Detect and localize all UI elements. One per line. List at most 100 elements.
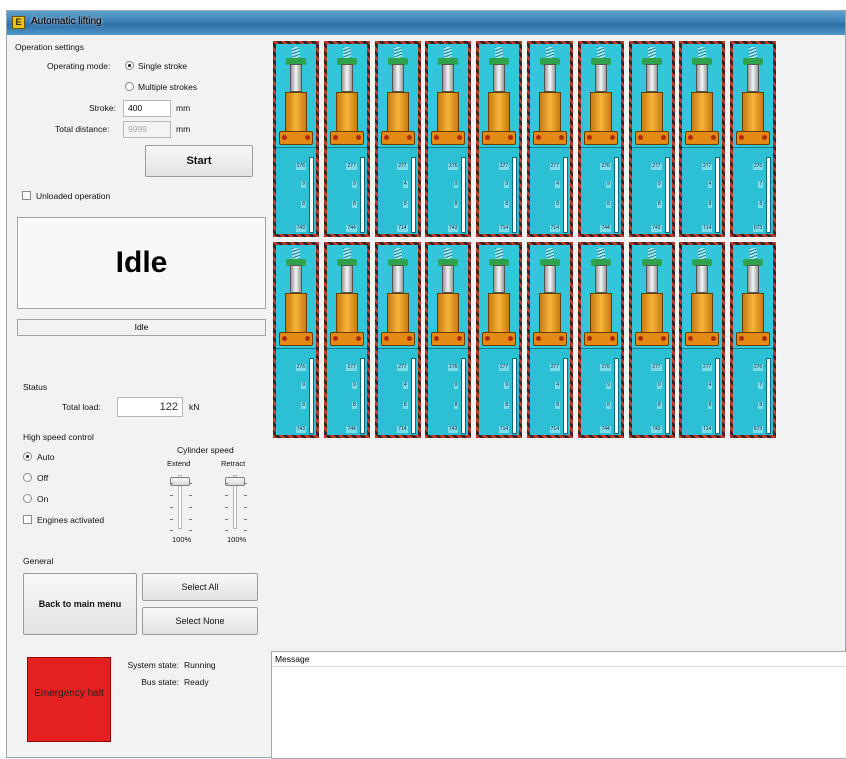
select-all-button[interactable]: Select All bbox=[142, 573, 258, 601]
cylinder-value-3: 8 bbox=[402, 402, 408, 409]
cylinder-tile[interactable]: 276 9 8 744 bbox=[577, 242, 624, 438]
cylinder-base bbox=[685, 332, 720, 346]
start-button[interactable]: Start bbox=[145, 145, 253, 177]
multiple-strokes-label: Multiple strokes bbox=[138, 82, 198, 92]
cylinder-value-3: 8 bbox=[656, 402, 662, 409]
cylinder-value-1: 277 bbox=[346, 364, 357, 371]
state-text-field: Idle bbox=[17, 319, 266, 336]
cylinder-readouts: 277 4 8 714 bbox=[530, 350, 570, 435]
retract-slider-thumb[interactable] bbox=[225, 477, 245, 486]
single-stroke-label: Single stroke bbox=[138, 61, 188, 71]
window-title: Automatic lifting bbox=[31, 16, 102, 27]
cylinder-level-bar bbox=[766, 157, 772, 233]
cylinder-graphic bbox=[733, 44, 774, 148]
cylinder-tile[interactable]: 277 4 8 714 bbox=[679, 242, 726, 438]
cylinder-graphic bbox=[377, 245, 418, 349]
engines-activated-label: Engines activated bbox=[37, 515, 105, 525]
total-load-label: Total load: bbox=[62, 402, 101, 412]
cylinder-tile[interactable]: 276 7 8 673 bbox=[730, 242, 777, 438]
cylinder-graphic bbox=[530, 44, 570, 148]
cylinder-tile[interactable]: 277 4 8 714 bbox=[527, 242, 573, 438]
high-speed-control-label: High speed control bbox=[23, 432, 94, 442]
cylinder-value-1: 276 bbox=[600, 163, 611, 170]
total-distance-input[interactable]: 9999 bbox=[123, 121, 171, 138]
multiple-strokes-radio[interactable] bbox=[125, 82, 134, 91]
cylinder-body bbox=[640, 92, 663, 132]
cylinder-value-3: 8 bbox=[758, 201, 764, 208]
cylinder-tile[interactable]: 277 9 8 714 bbox=[476, 242, 523, 438]
total-load-unit: kN bbox=[189, 402, 200, 412]
cylinder-body bbox=[285, 92, 307, 132]
cylinder-tile[interactable]: 277 9 8 743 bbox=[628, 242, 675, 438]
cylinder-rod bbox=[544, 265, 556, 293]
cylinder-value-3: 8 bbox=[352, 201, 357, 208]
cylinder-tile[interactable]: 277 9 8 744 bbox=[323, 41, 370, 237]
operation-settings-label: Operation settings bbox=[15, 42, 84, 52]
cylinder-base bbox=[482, 332, 517, 346]
cylinder-value-3: 8 bbox=[402, 201, 408, 208]
cylinder-tile[interactable]: 276 9 8 743 bbox=[273, 41, 319, 237]
cylinder-value-2: 4 bbox=[707, 181, 713, 188]
cylinder-base bbox=[533, 131, 567, 145]
unloaded-operation-checkbox[interactable] bbox=[22, 191, 31, 200]
back-to-main-menu-button[interactable]: Back to main menu bbox=[23, 573, 137, 635]
cylinder-value-4: 744 bbox=[600, 225, 611, 232]
cylinder-level-bar bbox=[461, 157, 467, 233]
engines-activated-checkbox[interactable] bbox=[23, 515, 32, 524]
cylinder-level-bar bbox=[715, 157, 721, 233]
total-distance-label: Total distance: bbox=[55, 124, 110, 134]
cylinder-tile[interactable]: 277 9 8 743 bbox=[628, 41, 675, 237]
cylinder-value-1: 277 bbox=[397, 163, 408, 170]
cylinder-value-3: 8 bbox=[707, 201, 713, 208]
cylinder-base bbox=[482, 131, 517, 145]
cylinder-tile[interactable]: 276 9 8 743 bbox=[425, 41, 472, 237]
cylinder-base bbox=[380, 332, 415, 346]
single-stroke-radio[interactable] bbox=[125, 61, 134, 70]
total-distance-unit: mm bbox=[176, 124, 191, 134]
cylinder-tile[interactable]: 276 7 8 673 bbox=[730, 41, 777, 237]
cylinder-body bbox=[539, 92, 561, 132]
cylinder-tile[interactable]: 277 4 8 714 bbox=[527, 41, 573, 237]
cylinder-value-4: 744 bbox=[346, 225, 357, 232]
cylinder-tile[interactable]: 276 9 8 744 bbox=[577, 41, 624, 237]
cylinder-rod bbox=[696, 64, 709, 92]
speed-on-radio[interactable] bbox=[23, 494, 32, 503]
cylinder-graphic bbox=[428, 245, 469, 349]
cylinder-value-3: 8 bbox=[606, 201, 611, 208]
cylinder-tile[interactable]: 277 4 8 714 bbox=[374, 41, 421, 237]
retract-label: Retract bbox=[221, 459, 246, 468]
cylinder-tile[interactable]: 277 4 8 714 bbox=[679, 41, 726, 237]
cylinder-value-2: 9 bbox=[301, 382, 306, 389]
cylinder-readouts: 277 9 8 743 bbox=[631, 149, 672, 234]
cylinder-value-3: 8 bbox=[758, 402, 764, 409]
stroke-input[interactable]: 400 bbox=[123, 100, 171, 117]
cylinder-value-4: 743 bbox=[448, 426, 459, 433]
cylinder-tile[interactable]: 277 4 8 714 bbox=[374, 242, 421, 438]
speed-off-radio[interactable] bbox=[23, 473, 32, 482]
cylinder-value-1: 276 bbox=[752, 163, 764, 170]
cylinder-tile[interactable]: 276 9 8 743 bbox=[425, 242, 472, 438]
cylinder-base bbox=[736, 332, 771, 346]
emergency-halt-button[interactable]: Emergency halt bbox=[27, 657, 111, 742]
extend-value: 100% bbox=[172, 535, 192, 544]
cylinder-base bbox=[279, 332, 313, 346]
message-list[interactable]: Message bbox=[271, 651, 846, 759]
cylinder-value-2: 9 bbox=[453, 181, 459, 188]
title-bar: E Automatic lifting bbox=[7, 11, 845, 35]
cylinder-tile[interactable]: 276 9 8 743 bbox=[273, 242, 319, 438]
cylinder-base bbox=[685, 131, 720, 145]
stroke-label: Stroke: bbox=[89, 103, 116, 113]
cylinder-tile[interactable]: 277 9 8 744 bbox=[323, 242, 370, 438]
cylinder-graphic bbox=[682, 44, 723, 148]
select-none-button[interactable]: Select None bbox=[142, 607, 258, 635]
speed-auto-radio[interactable] bbox=[23, 452, 32, 461]
cylinder-graphic bbox=[733, 245, 774, 349]
cylinder-value-2: 4 bbox=[402, 382, 408, 389]
cylinder-level-bar bbox=[359, 157, 365, 233]
cylinder-value-3: 8 bbox=[656, 201, 662, 208]
cylinder-tile[interactable]: 277 9 8 714 bbox=[476, 41, 523, 237]
cylinder-value-1: 277 bbox=[651, 364, 662, 371]
cylinder-level-bar bbox=[512, 358, 518, 434]
cylinder-rod bbox=[442, 64, 455, 92]
extend-slider-thumb[interactable] bbox=[170, 477, 190, 486]
